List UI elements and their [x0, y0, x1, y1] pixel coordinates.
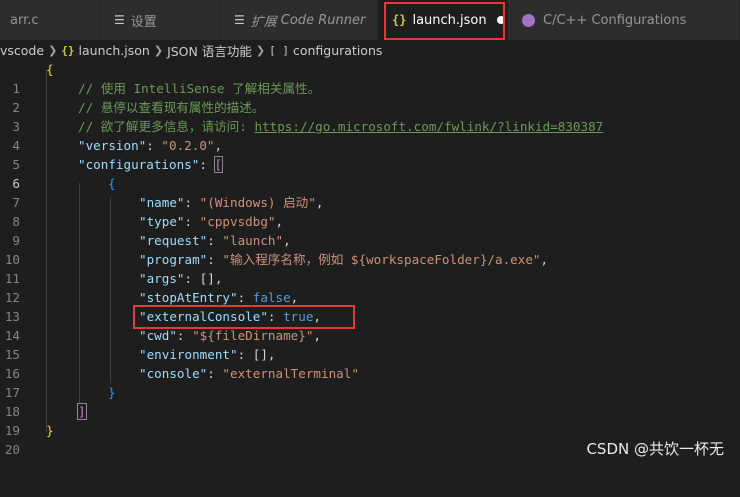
json-value: "(Windows) 启动"	[199, 195, 316, 210]
tab-launch-json[interactable]: {} launch.json	[378, 0, 508, 40]
tab-arr-c[interactable]: arr.c	[0, 0, 100, 40]
comment-text: // 欲了解更多信息，请访问:	[78, 119, 255, 134]
json-value: false	[252, 290, 291, 305]
code-line: 15 "cwd": "${fileDirname}",	[0, 326, 740, 362]
code-line-current: 6 "configurations": [	[0, 155, 740, 191]
comment-text: // 悬停以查看现有属性的描述。	[78, 100, 265, 115]
json-key: "args"	[139, 271, 185, 286]
code-line: 3 // 悬停以查看现有属性的描述。	[0, 98, 740, 134]
cpp-extension-icon	[522, 13, 535, 27]
bracket-match: [	[213, 156, 224, 173]
json-value: []	[252, 347, 268, 362]
chevron-right-icon: ❯	[48, 43, 58, 57]
watermark: CSDN @共饮一杯无	[586, 440, 724, 458]
chevron-right-icon: ❯	[255, 43, 266, 57]
chevron-right-icon: ❯	[153, 43, 164, 57]
json-file-icon: {}	[61, 43, 75, 57]
tab-label: 设置	[130, 14, 157, 30]
code-line: 13 "stopAtEntry": false,	[0, 288, 740, 324]
code-line: 12 "args": [],	[0, 269, 740, 305]
json-key: "request"	[139, 233, 208, 248]
code-line: 18 }	[0, 383, 740, 419]
tab-label: C/C++ Configurations	[543, 12, 687, 28]
json-value: []	[199, 271, 215, 286]
code-line: 8 "name": "(Windows) 启动",	[0, 193, 740, 229]
code-editor[interactable]: 1 { 2 // 使用 IntelliSense 了解相关属性。 3 // 悬停…	[0, 60, 740, 471]
tab-label: launch.json	[412, 12, 487, 28]
code-line: 9 "type": "cppvsdbg",	[0, 212, 740, 248]
code-line: 5 "version": "0.2.0",	[0, 136, 740, 172]
tab-label-prefix: 扩展	[250, 14, 277, 30]
code-line: 2 // 使用 IntelliSense 了解相关属性。	[0, 79, 740, 115]
json-file-icon: {}	[392, 13, 407, 27]
code-line: 10 "request": "launch",	[0, 231, 740, 267]
json-value: "cppvsdbg"	[199, 214, 276, 229]
editor-tab-bar: arr.c ☰ 设置 ☰ 扩展 Code Runner {} launch.js…	[0, 0, 740, 40]
json-value: "输入程序名称，例如 ${workspaceFolder}/a.exe"	[222, 252, 541, 267]
code-line: 11 "program": "输入程序名称，例如 ${workspaceFold…	[0, 250, 740, 286]
tab-label: Code Runner	[280, 12, 366, 28]
json-value: "${fileDirname}"	[192, 328, 314, 343]
code-line: 16 "environment": [],	[0, 345, 740, 381]
breadcrumb-item-language[interactable]: JSON 语言功能	[167, 41, 252, 60]
tab-label: arr.c	[10, 12, 39, 28]
code-line: 17 "console": "externalTerminal"	[0, 364, 740, 400]
json-key: "externalConsole"	[139, 309, 268, 324]
json-key: "cwd"	[139, 328, 177, 343]
tab-cpp-configurations[interactable]: C/C++ Configurations	[508, 0, 740, 40]
tab-extension-code-runner[interactable]: ☰ 扩展 Code Runner	[220, 0, 378, 40]
json-key: "console"	[139, 366, 208, 381]
comment-text: // 使用 IntelliSense 了解相关属性。	[78, 81, 321, 96]
json-value: "0.2.0"	[161, 138, 215, 153]
line-number: 20	[4, 442, 20, 457]
array-icon: [ ]	[269, 43, 289, 57]
json-key: "type"	[139, 214, 185, 229]
code-line: 19 ]	[0, 402, 740, 438]
breadcrumb-item-file[interactable]: launch.json	[79, 43, 150, 58]
json-key: "name"	[139, 195, 185, 210]
code-line: 4 // 欲了解更多信息，请访问: https://go.microsoft.c…	[0, 117, 740, 153]
code-line: 7 {	[0, 174, 740, 210]
breadcrumb: vscode ❯ {} launch.json ❯ JSON 语言功能 ❯ [ …	[0, 40, 740, 60]
code-line: 1 {	[0, 60, 740, 96]
unsaved-dot-icon[interactable]	[496, 16, 505, 24]
tab-settings[interactable]: ☰ 设置	[100, 0, 220, 40]
docs-link[interactable]: https://go.microsoft.com/fwlink/?linkid=…	[254, 119, 603, 134]
code-line: 14 "externalConsole": true,	[0, 307, 740, 343]
extension-icon: ☰	[234, 13, 245, 27]
json-key: "environment"	[139, 347, 238, 362]
json-key: "program"	[139, 252, 208, 267]
json-value: "launch"	[222, 233, 284, 248]
bracket-match: ]	[77, 403, 87, 420]
json-key: "stopAtEntry"	[139, 290, 238, 305]
json-value: "externalTerminal"	[222, 366, 359, 381]
json-value: true	[283, 309, 314, 324]
json-key: "version"	[78, 138, 147, 153]
json-key: "configurations"	[78, 157, 200, 172]
breadcrumb-item-configurations[interactable]: configurations	[293, 43, 382, 58]
settings-icon: ☰	[114, 13, 125, 27]
breadcrumb-item-vscode[interactable]: vscode	[0, 43, 44, 58]
